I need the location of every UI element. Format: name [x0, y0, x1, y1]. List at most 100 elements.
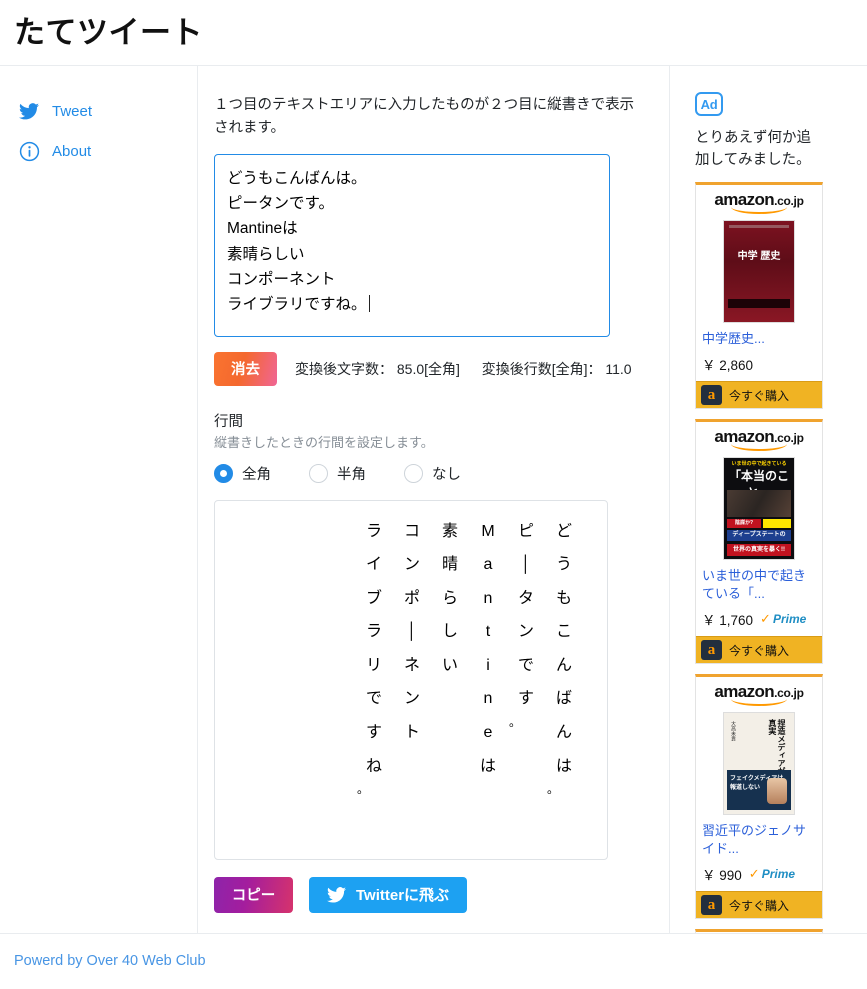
vertical-char: a [483, 556, 493, 574]
price-row: ￥ 990 ✓ Prime [696, 857, 822, 891]
product-title-link[interactable]: いま世の中で起きている「... [696, 564, 822, 602]
char-count-value: 85.0[全角] [396, 360, 460, 377]
product-title-link[interactable]: 中学歴史... [696, 327, 822, 348]
vertical-char: 晴 [441, 556, 458, 574]
vertical-char: ト [403, 724, 420, 742]
buy-now-button[interactable]: a 今すぐ購入 [696, 381, 822, 409]
page-body: Tweet About １つ目のテキストエリアに入力したものが２つ目に縦書きで表… [0, 66, 867, 933]
amazon-logo: amazon.co.jp [696, 677, 822, 707]
vertical-char: ね [365, 757, 382, 775]
amazon-logo: amazon.co.jp [696, 422, 822, 452]
sidebar: Tweet About [0, 66, 198, 933]
radio-option-none[interactable]: なし [404, 463, 461, 484]
radio-option-hankaku[interactable]: 半角 [309, 463, 366, 484]
vertical-char: ど [555, 522, 572, 540]
sidebar-item-about-label: About [52, 142, 92, 160]
product-price: ￥ 2,860 [702, 358, 754, 374]
vertical-char: 素 [441, 522, 458, 540]
sidebar-item-about[interactable]: About [18, 134, 197, 168]
twitter-bird-icon [18, 100, 40, 122]
amazon-a-icon: a [701, 895, 722, 916]
vertical-char: │ [407, 623, 417, 641]
vertical-output-area[interactable]: どうもこんばんは。ピ │ タンです。 Ma n t i n e は素晴らしいコンポ │ ネントライブラ… [214, 499, 608, 860]
vertical-char: ネ [403, 656, 420, 674]
vertical-char: ン [517, 623, 534, 641]
radio-label: 半角 [337, 466, 366, 483]
product-price: ￥ 1,760 [702, 613, 754, 629]
radio-dot[interactable] [309, 463, 328, 483]
vertical-char: ブ [365, 589, 382, 607]
check-icon: ✓ [760, 611, 771, 627]
sidebar-item-tweet-label: Tweet [52, 102, 93, 120]
sidebar-item-tweet[interactable]: Tweet [18, 94, 197, 128]
radio-label: なし [432, 466, 461, 483]
product-price: ￥ 990 [702, 868, 742, 884]
prime-label: Prime [772, 612, 807, 627]
vertical-char: ら [441, 589, 458, 607]
instruction-text: １つ目のテキストエリアに入力したものが２つ目に縦書きで表示されます。 [214, 97, 635, 137]
vertical-column: Mantineは [469, 515, 507, 859]
buy-now-label: 今すぐ購入 [729, 643, 790, 658]
price-row: ￥ 2,860 [696, 347, 822, 381]
prime-badge: ✓ Prime [760, 611, 806, 627]
action-row: コピー Twitterに飛ぶ [214, 876, 647, 913]
source-line: Mantineは [227, 220, 298, 238]
tweet-button[interactable]: Twitterに飛ぶ [309, 876, 468, 913]
clear-button[interactable]: 消去 [214, 351, 277, 386]
radio-option-zenkaku[interactable]: 全角 [214, 463, 271, 484]
vertical-char: ポ [403, 589, 420, 607]
ad-card[interactable]: amazon.co.jp 中学 歴史中学歴史... ￥ 2,860 a 今すぐ購入 [695, 181, 823, 410]
source-textarea[interactable]: どうもこんばんは。 ピータンです。 Mantineは 素晴らしい コンポーネント… [214, 153, 610, 337]
ad-badge-icon: Ad [695, 92, 723, 116]
amazon-a-icon: a [701, 640, 722, 661]
line-count-label: 変換後行数[全角]： [481, 360, 602, 377]
vertical-char: す [517, 690, 534, 708]
line-count-value: 11.0 [605, 360, 632, 377]
source-line: ピータンです。 [227, 195, 334, 213]
buy-now-label: 今すぐ購入 [729, 898, 790, 913]
vertical-column: コンポ │ ネント [393, 515, 431, 859]
footer-credit-link[interactable]: Powerd by Over 40 Web Club [14, 953, 206, 969]
conversion-counts: 変換後文字数： 85.0[全角] 変換後行数[全角]： 11.0 [295, 359, 632, 379]
amazon-a-icon: a [701, 385, 722, 406]
ad-card[interactable]: amazon.co.jp 捏造メディアが報じない真実 大高未貴 フェイクメディアは報道… [695, 674, 823, 920]
spacing-label: 行間 [214, 413, 243, 430]
amazon-logo: amazon.co.jp [696, 932, 822, 933]
radio-dot[interactable] [404, 463, 423, 483]
spacing-radio-group: 全角 半角 なし [214, 463, 647, 484]
amazon-logo: amazon.co.jp [696, 185, 822, 215]
tweet-button-label: Twitterに飛ぶ [356, 887, 450, 905]
product-title-link[interactable]: 習近平のジェノサイド... [696, 819, 822, 857]
vertical-char: 。 [357, 782, 370, 797]
vertical-char: 。 [509, 715, 522, 730]
ad-card[interactable]: amazon.co.jp [695, 929, 823, 933]
product-image[interactable]: いま世の中で起きている「本当のこと」陰謀か?ディープステートの世界の真実を暴く!… [723, 457, 795, 561]
vertical-char: ン [403, 690, 420, 708]
product-image[interactable]: 中学 歴史 [723, 219, 795, 323]
vertical-column: ライブラリですね。 [355, 515, 393, 859]
vertical-column: ピ │ タンです。 [507, 515, 545, 859]
info-circle-icon [18, 140, 40, 162]
product-image[interactable]: 捏造メディアが報じない真実 大高未貴 フェイクメディアは報道しない [723, 712, 795, 816]
page-header: たてツイート [0, 0, 867, 66]
ad-note: とりあえず何か追加してみました。 [695, 130, 811, 168]
page-title: たてツイート [14, 15, 203, 50]
vertical-char: タ [517, 589, 534, 607]
twitter-bird-icon [327, 886, 346, 903]
vertical-char: い [441, 656, 458, 674]
vertical-char: も [555, 589, 572, 607]
ad-card[interactable]: amazon.co.jp いま世の中で起きている「本当のこと」陰謀か?ディープステ… [695, 419, 823, 665]
vertical-char: 。 [547, 782, 560, 797]
source-line: コンポーネント [227, 270, 336, 288]
copy-button[interactable]: コピー [214, 876, 293, 913]
buy-now-button[interactable]: a 今すぐ購入 [696, 891, 822, 919]
vertical-char: イ [365, 556, 382, 574]
vertical-char: は [479, 757, 496, 775]
ad-list: amazon.co.jp 中学 歴史 中学歴史... ￥ 2,860 a 今すぐ購入 ama… [695, 181, 867, 933]
spacing-description: 縦書きしたときの行間を設定します。 [214, 434, 434, 450]
clear-row: 消去 変換後文字数： 85.0[全角] 変換後行数[全角]： 11.0 [214, 351, 647, 386]
text-cursor [368, 295, 370, 313]
radio-dot-selected[interactable] [214, 463, 233, 483]
vertical-char: e [483, 724, 493, 742]
buy-now-button[interactable]: a 今すぐ購入 [696, 636, 822, 664]
